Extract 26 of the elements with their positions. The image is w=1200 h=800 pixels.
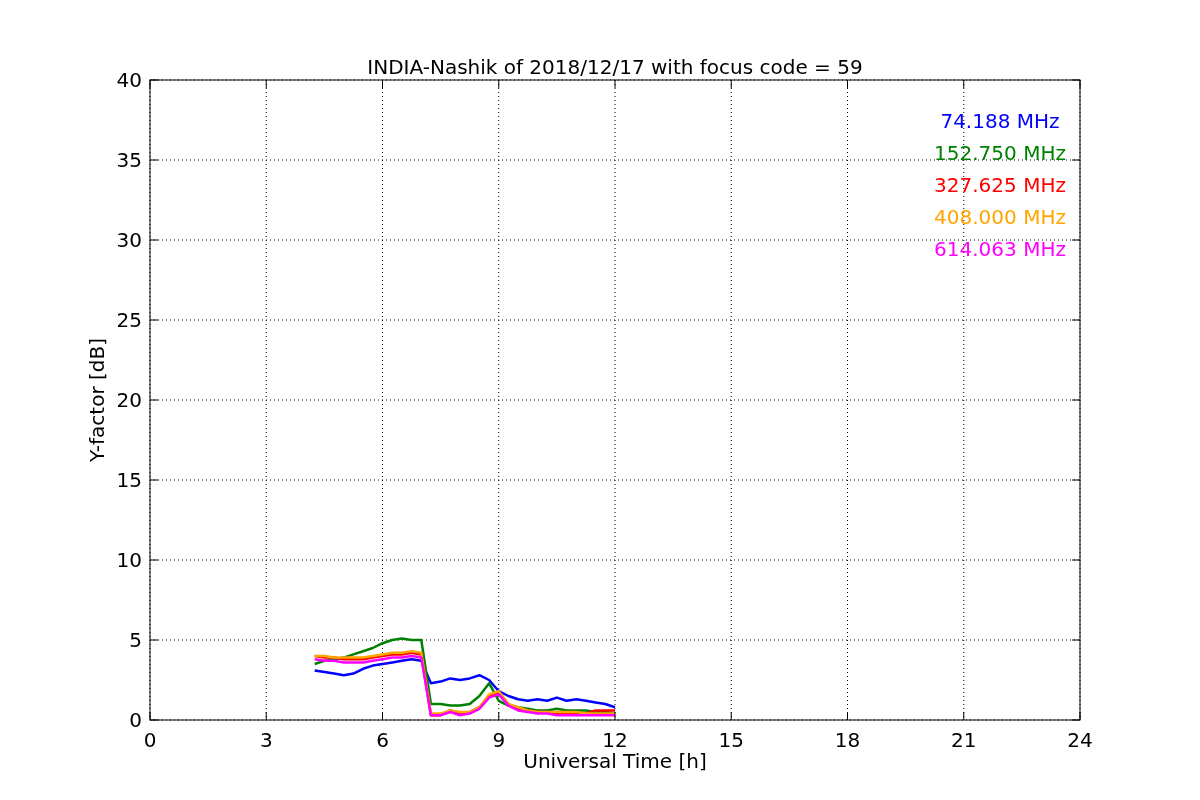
x-tick-label: 3 xyxy=(259,728,273,752)
legend-label: 152.750 MHz xyxy=(934,141,1066,165)
y-tick-label: 35 xyxy=(116,148,142,172)
y-tick-label: 5 xyxy=(129,628,142,652)
legend-label: 614.063 MHz xyxy=(934,237,1066,261)
x-tick-label: 21 xyxy=(951,728,977,752)
x-axis-label: Universal Time [h] xyxy=(523,749,707,773)
y-tick-label: 0 xyxy=(129,708,142,732)
y-axis-label: Y-factor [dB] xyxy=(85,338,109,462)
x-tick-label: 9 xyxy=(492,728,506,752)
x-tick-label: 24 xyxy=(1067,728,1093,752)
legend-label: 408.000 MHz xyxy=(934,205,1066,229)
chart-title: INDIA-Nashik of 2018/12/17 with focus code = 59 xyxy=(367,55,863,79)
x-tick-label: 18 xyxy=(834,728,861,752)
legend-label: 327.625 MHz xyxy=(934,173,1066,197)
x-tick-label: 15 xyxy=(718,728,744,752)
legend-label: 74.188 MHz xyxy=(940,109,1060,133)
y-tick-label: 25 xyxy=(116,308,142,332)
y-tick-label: 30 xyxy=(116,228,142,252)
y-tick-label: 15 xyxy=(116,468,142,492)
x-tick-label: 0 xyxy=(143,728,157,752)
x-tick-label: 6 xyxy=(376,728,389,752)
x-tick-label: 12 xyxy=(602,728,628,752)
y-tick-label: 20 xyxy=(116,388,142,412)
y-tick-label: 10 xyxy=(116,548,142,572)
y-tick-label: 40 xyxy=(116,68,142,92)
